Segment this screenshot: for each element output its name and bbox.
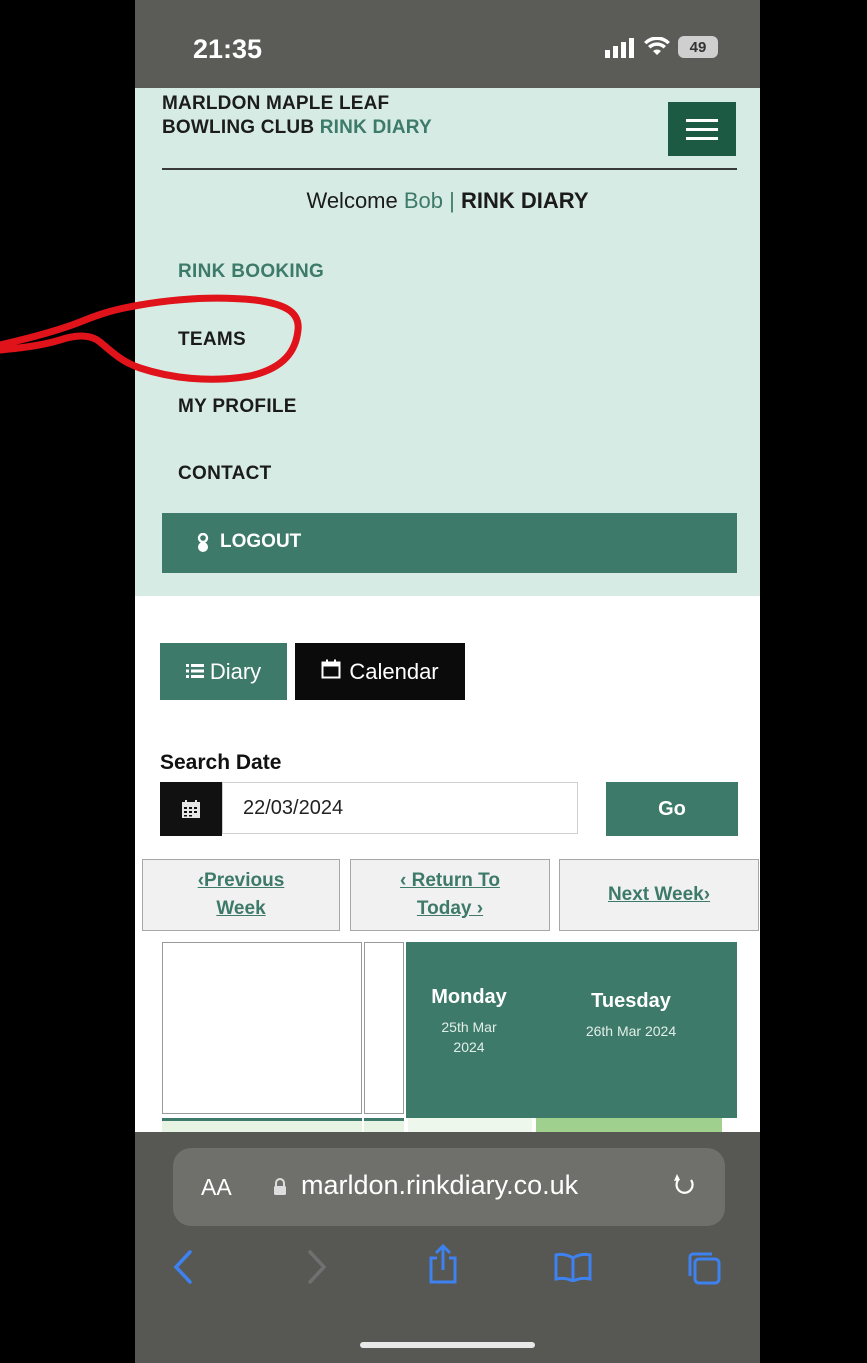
main-content: Diary Calendar Search Date 22/03/2024 Go… <box>135 596 760 1135</box>
text-size-button[interactable]: AA <box>201 1174 232 1201</box>
home-indicator <box>360 1342 535 1348</box>
browser-toolbar: AA marldon.rinkdiary.co.uk <box>135 1132 760 1363</box>
logout-button[interactable]: LOGOUT <box>162 513 737 573</box>
user-name: Bob <box>403 188 444 213</box>
next-week-button[interactable]: Next Week› <box>559 859 759 931</box>
user-lock-icon <box>196 532 210 559</box>
lock-icon <box>273 1178 287 1201</box>
day-header-tuesday: Tuesday 26th Mar 2024 <box>546 990 716 1041</box>
nav-item-my-profile[interactable]: MY PROFILE <box>178 396 297 418</box>
header-divider <box>162 168 737 170</box>
calendar-icon <box>321 659 341 685</box>
status-icons: 49 <box>605 36 718 58</box>
welcome-prefix: Welcome <box>306 188 398 213</box>
reload-icon[interactable] <box>673 1172 697 1203</box>
wifi-icon <box>644 37 670 57</box>
logout-label: LOGOUT <box>220 531 302 552</box>
bookmarks-icon[interactable] <box>553 1252 593 1287</box>
status-bar: 21:35 49 <box>135 0 760 88</box>
search-date-input[interactable]: 22/03/2024 <box>222 782 578 834</box>
battery-indicator: 49 <box>678 36 718 58</box>
calendar-view-button[interactable]: Calendar <box>295 643 465 700</box>
next-week-label: Next Week› <box>607 884 711 905</box>
day-date: 26th Mar 2024 <box>585 1023 677 1039</box>
welcome-separator: | <box>449 188 455 213</box>
hamburger-menu-button[interactable] <box>668 102 736 156</box>
share-icon[interactable] <box>427 1243 459 1289</box>
nav-item-rink-booking[interactable]: RINK BOOKING <box>178 261 324 283</box>
section-name: RINK DIARY <box>461 188 589 213</box>
search-date-label: Search Date <box>160 751 282 774</box>
back-icon[interactable] <box>173 1250 193 1289</box>
forward-icon[interactable] <box>307 1250 327 1289</box>
previous-week-button[interactable]: ‹Previous Week <box>142 859 340 931</box>
table-corner-cell <box>162 942 362 1114</box>
previous-week-label: ‹Previous Week <box>197 870 285 919</box>
table-row <box>536 1118 722 1132</box>
diary-view-button[interactable]: Diary <box>160 643 287 700</box>
site-title[interactable]: MARLDON MAPLE LEAF BOWLING CLUB RINK DIA… <box>162 92 462 140</box>
tabs-icon[interactable] <box>686 1250 722 1291</box>
url-text: marldon.rinkdiary.co.uk <box>301 1170 579 1200</box>
address-bar[interactable]: AA marldon.rinkdiary.co.uk <box>173 1148 725 1226</box>
red-annotation-circle <box>0 294 302 383</box>
status-time: 21:35 <box>193 34 263 64</box>
welcome-line: Welcome Bob | RINK DIARY <box>135 188 760 214</box>
calendar-label: Calendar <box>349 658 439 684</box>
day-name: Monday <box>431 986 507 1008</box>
table-spacer-cell <box>364 942 404 1114</box>
date-picker-button[interactable] <box>160 782 222 836</box>
diary-table: Monday 25th Mar 2024 Tuesday 26th Mar 20… <box>162 942 737 1135</box>
diary-label: Diary <box>209 658 262 684</box>
site-title-accent: RINK DIARY <box>319 117 432 138</box>
return-to-today-button[interactable]: ‹ Return To Today › <box>350 859 550 931</box>
return-to-today-label: ‹ Return To Today › <box>400 870 500 919</box>
list-icon <box>185 659 204 685</box>
table-row <box>408 1118 532 1132</box>
day-date: 25th Mar 2024 <box>441 1019 497 1055</box>
day-name: Tuesday <box>591 990 671 1012</box>
calendar-grid-icon <box>182 800 200 823</box>
day-header-row: Monday 25th Mar 2024 Tuesday 26th Mar 20… <box>406 942 737 1118</box>
signal-icon <box>605 36 634 58</box>
nav-item-contact[interactable]: CONTACT <box>178 463 272 485</box>
go-button[interactable]: Go <box>606 782 738 836</box>
day-header-monday: Monday 25th Mar 2024 <box>406 986 532 1057</box>
